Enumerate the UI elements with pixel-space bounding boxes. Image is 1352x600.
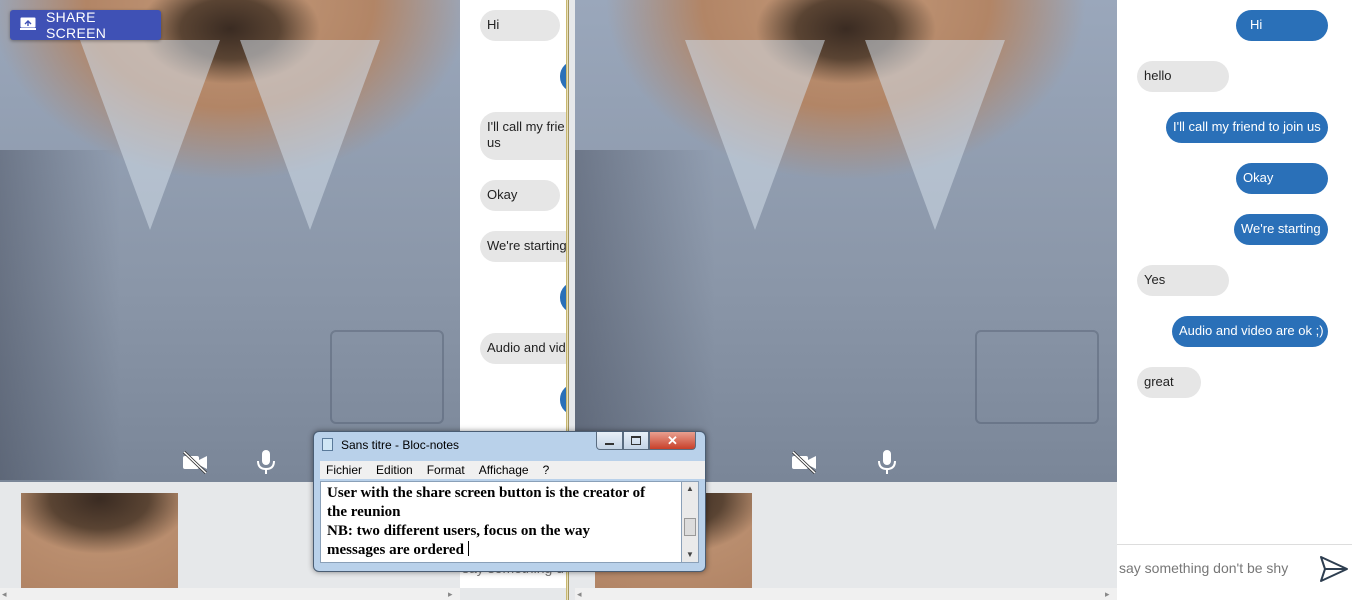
message-text: Yes	[1144, 272, 1166, 287]
message-text: We're starting	[487, 238, 566, 253]
share-screen-button[interactable]: SHARE SCREEN	[10, 9, 161, 41]
menu-edition[interactable]: Edition	[376, 463, 413, 477]
message-text: We're starting	[1241, 221, 1321, 236]
chat-input-divider	[1117, 544, 1352, 545]
close-icon: ✕	[667, 432, 678, 448]
notepad-line: User with the share screen button is the…	[327, 485, 646, 501]
message-text: Okay	[487, 187, 518, 202]
notepad-title: Sans titre - Bloc-notes	[341, 438, 460, 452]
message-text: us	[487, 135, 501, 150]
maximize-button[interactable]	[623, 432, 649, 450]
chat-message: Audio and vid	[480, 333, 566, 364]
scroll-right-icon[interactable]: ▸	[448, 589, 453, 600]
notepad-line: messages are ordered	[327, 541, 675, 560]
scroll-down-icon[interactable]: ▼	[686, 550, 694, 559]
message-text: I'll call my frie	[487, 119, 565, 134]
notepad-line-text: messages are ordered	[327, 542, 464, 558]
notepad-window[interactable]: Sans titre - Bloc-notes ✕ Fichier Editio…	[313, 431, 706, 572]
chat-input[interactable]: say something don't be shy	[1119, 560, 1309, 576]
camera-off-icon[interactable]	[789, 447, 819, 477]
minimize-button[interactable]	[596, 432, 623, 450]
chat-message: We're starting	[480, 231, 566, 262]
chat-message: Hi	[1236, 10, 1328, 41]
minimize-icon	[605, 442, 614, 445]
chat-message: Audio and video are ok ;)	[1172, 316, 1328, 347]
chat-message: Hi	[480, 10, 560, 41]
notepad-text-area[interactable]: User with the share screen button is the…	[320, 481, 682, 563]
message-text: Audio and video are ok ;)	[1179, 323, 1324, 338]
chat-message: We're starting	[1234, 214, 1328, 245]
menu-affichage[interactable]: Affichage	[479, 463, 529, 477]
menu-format[interactable]: Format	[427, 463, 465, 477]
message-text: Hi	[1250, 17, 1263, 32]
message-text: hello	[1144, 68, 1172, 83]
message-text: Audio and vid	[487, 340, 566, 355]
microphone-icon[interactable]	[251, 447, 281, 477]
close-button[interactable]: ✕	[649, 432, 696, 450]
send-icon[interactable]	[1319, 555, 1349, 583]
notepad-app-icon	[322, 438, 333, 451]
left-horizontal-scrollbar[interactable]: ◂ ▸	[0, 588, 460, 600]
chat-message: Yes	[1137, 265, 1229, 296]
right-horizontal-scrollbar[interactable]: ◂ ▸	[575, 588, 1117, 600]
message-text: Hi	[487, 17, 500, 32]
menu-fichier[interactable]: Fichier	[326, 463, 362, 477]
scroll-left-icon[interactable]: ◂	[2, 589, 7, 600]
notepad-menu-bar: Fichier Edition Format Affichage ?	[320, 461, 705, 479]
scroll-right-icon[interactable]: ▸	[1105, 589, 1110, 600]
text-cursor	[467, 541, 469, 556]
scrollbar-thumb[interactable]	[684, 518, 696, 536]
notepad-line: NB: two different users, focus on the wa…	[327, 523, 591, 539]
chat-message: Okay	[1236, 163, 1328, 194]
left-self-thumbnail	[21, 493, 178, 588]
notepad-line: the reunion	[327, 504, 401, 520]
microphone-icon[interactable]	[872, 447, 902, 477]
scroll-left-icon[interactable]: ◂	[577, 589, 582, 600]
right-main-video	[575, 0, 1117, 482]
notepad-vertical-scrollbar[interactable]: ▲ ▼	[682, 481, 699, 563]
right-chat-panel: Hi hello I'll call my friend to join us …	[1117, 0, 1352, 600]
camera-off-icon[interactable]	[180, 447, 210, 477]
chat-message: hello	[1137, 61, 1229, 92]
chat-message: great	[1137, 367, 1201, 398]
screen-share-icon	[20, 17, 36, 33]
message-text: I'll call my friend to join us	[1173, 119, 1321, 134]
chat-message: Okay	[480, 180, 560, 211]
menu-help[interactable]: ?	[543, 463, 550, 477]
scroll-up-icon[interactable]: ▲	[686, 484, 694, 493]
chat-message: I'll call my frie us	[480, 112, 566, 160]
share-screen-label: SHARE SCREEN	[46, 9, 107, 41]
message-text: great	[1144, 374, 1174, 389]
left-main-video	[0, 0, 460, 482]
chat-message: I'll call my friend to join us	[1166, 112, 1328, 143]
maximize-icon	[631, 436, 641, 445]
message-text: Okay	[1243, 170, 1274, 185]
